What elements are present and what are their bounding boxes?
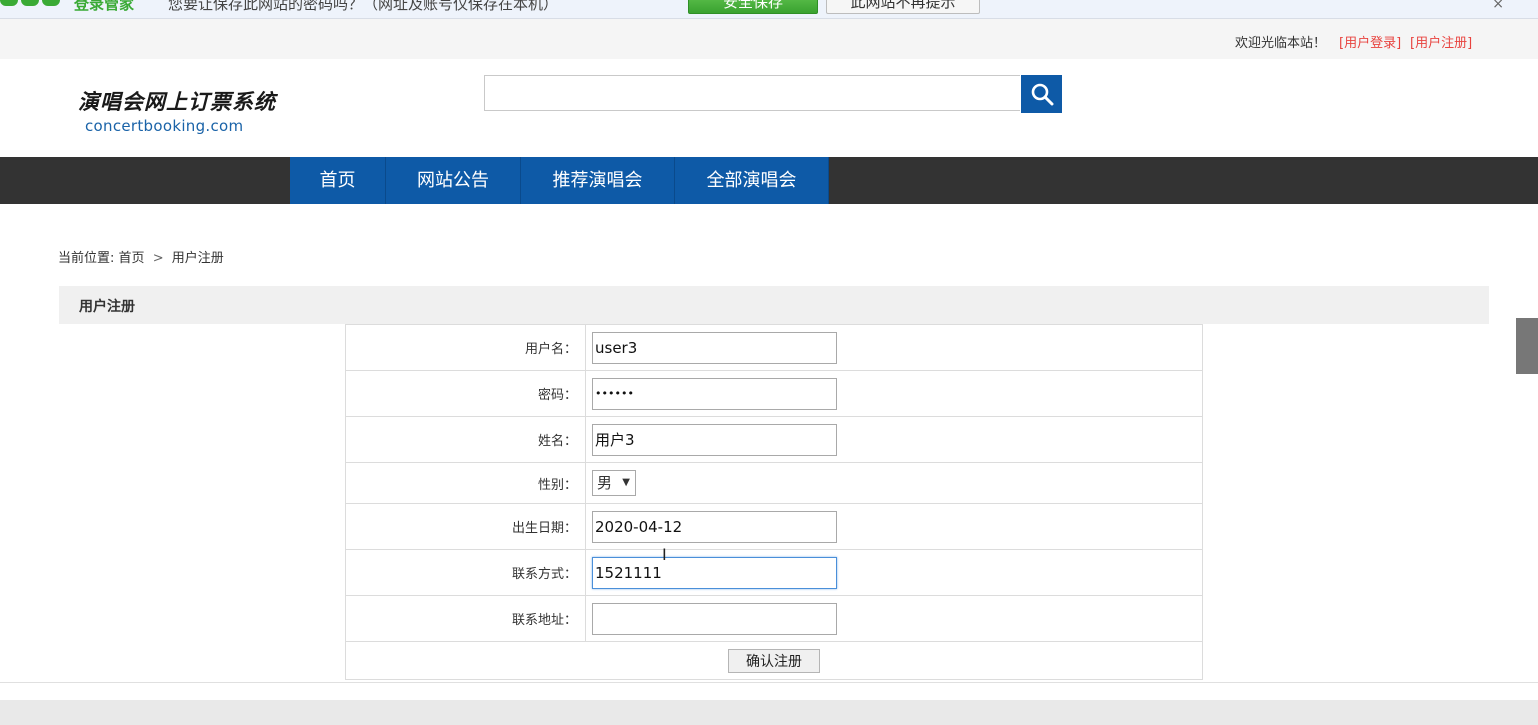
- username-label: 用户名：: [345, 324, 586, 371]
- confirm-register-button[interactable]: 确认注册: [728, 648, 820, 673]
- notice-logo-icon: [0, 0, 66, 6]
- breadcrumb: 当前位置: 首页 > 用户注册: [58, 247, 224, 266]
- form-row-address: 联系地址：: [345, 595, 1203, 642]
- form-row-birthday: 出生日期：: [345, 503, 1203, 550]
- form-row-gender: 性别： 男 ▼: [345, 462, 1203, 504]
- nav-announcements[interactable]: 网站公告: [386, 157, 521, 204]
- side-float-tab[interactable]: [1516, 318, 1538, 374]
- breadcrumb-current: 用户注册: [171, 251, 224, 266]
- password-field[interactable]: [592, 377, 837, 410]
- dont-ask-button[interactable]: 此网站不再提示: [826, 0, 980, 14]
- save-password-button[interactable]: 安全保存: [688, 0, 818, 14]
- contact-label: 联系方式：: [345, 549, 586, 596]
- breadcrumb-separator: >: [152, 251, 164, 266]
- search-icon: [1031, 83, 1053, 106]
- address-label: 联系地址：: [345, 595, 586, 642]
- form-row-submit: 确认注册: [345, 641, 1203, 680]
- section-header: 用户注册: [59, 286, 1489, 324]
- breadcrumb-home-link[interactable]: 首页: [119, 251, 145, 266]
- gender-selected-value: 男: [597, 474, 613, 492]
- name-field[interactable]: [592, 423, 837, 456]
- search-button[interactable]: [1021, 75, 1062, 113]
- logo-domain: concertbooking.com: [85, 117, 244, 135]
- close-icon[interactable]: ×: [1492, 0, 1504, 12]
- dropdown-arrow-icon: ▼: [622, 477, 630, 488]
- section-title: 用户注册: [79, 299, 135, 315]
- form-row-name: 姓名：: [345, 416, 1203, 463]
- birthday-label: 出生日期：: [345, 503, 586, 550]
- nav-home[interactable]: 首页: [290, 157, 386, 204]
- browser-notice-bar: 登录管家 您要让保存此网站的密码吗？（网址及账号仅保存在本机） 安全保存 此网站…: [0, 0, 1538, 19]
- logo-title: 演唱会网上订票系统: [78, 89, 276, 114]
- text-cursor-icon: I: [662, 545, 667, 564]
- birthday-field[interactable]: [592, 510, 837, 543]
- login-link[interactable]: [用户登录]: [1339, 32, 1401, 51]
- nav-recommended-concerts[interactable]: 推荐演唱会: [521, 157, 675, 204]
- address-field[interactable]: [592, 602, 837, 635]
- footer-divider: [0, 682, 1538, 683]
- form-row-username: 用户名：: [345, 324, 1203, 371]
- footer: [0, 700, 1538, 725]
- breadcrumb-prefix: 当前位置:: [58, 251, 115, 266]
- register-link[interactable]: [用户注册]: [1410, 32, 1472, 51]
- form-row-contact: 联系方式：: [345, 549, 1203, 596]
- gender-select[interactable]: 男 ▼: [592, 470, 636, 496]
- welcome-text: 欢迎光临本站！: [1234, 36, 1326, 51]
- password-label: 密码：: [345, 370, 586, 417]
- contact-field[interactable]: [592, 556, 837, 589]
- nav-all-concerts[interactable]: 全部演唱会: [675, 157, 829, 204]
- notice-message: 您要让保存此网站的密码吗？（网址及账号仅保存在本机）: [168, 0, 559, 13]
- register-form: 用户名： 密码： 姓名： 性别： 男 ▼ 出生日期： 联系方式：: [345, 324, 1203, 680]
- main-nav: 首页 网站公告 推荐演唱会 全部演唱会: [0, 157, 1538, 204]
- search-input[interactable]: [484, 75, 1020, 111]
- username-field[interactable]: [592, 331, 837, 364]
- form-row-password: 密码：: [345, 370, 1203, 417]
- name-label: 姓名：: [345, 416, 586, 463]
- notice-brand: 登录管家: [74, 0, 135, 13]
- top-welcome-bar: 欢迎光临本站！ [用户登录] [用户注册]: [0, 19, 1538, 59]
- gender-label: 性别：: [345, 462, 586, 504]
